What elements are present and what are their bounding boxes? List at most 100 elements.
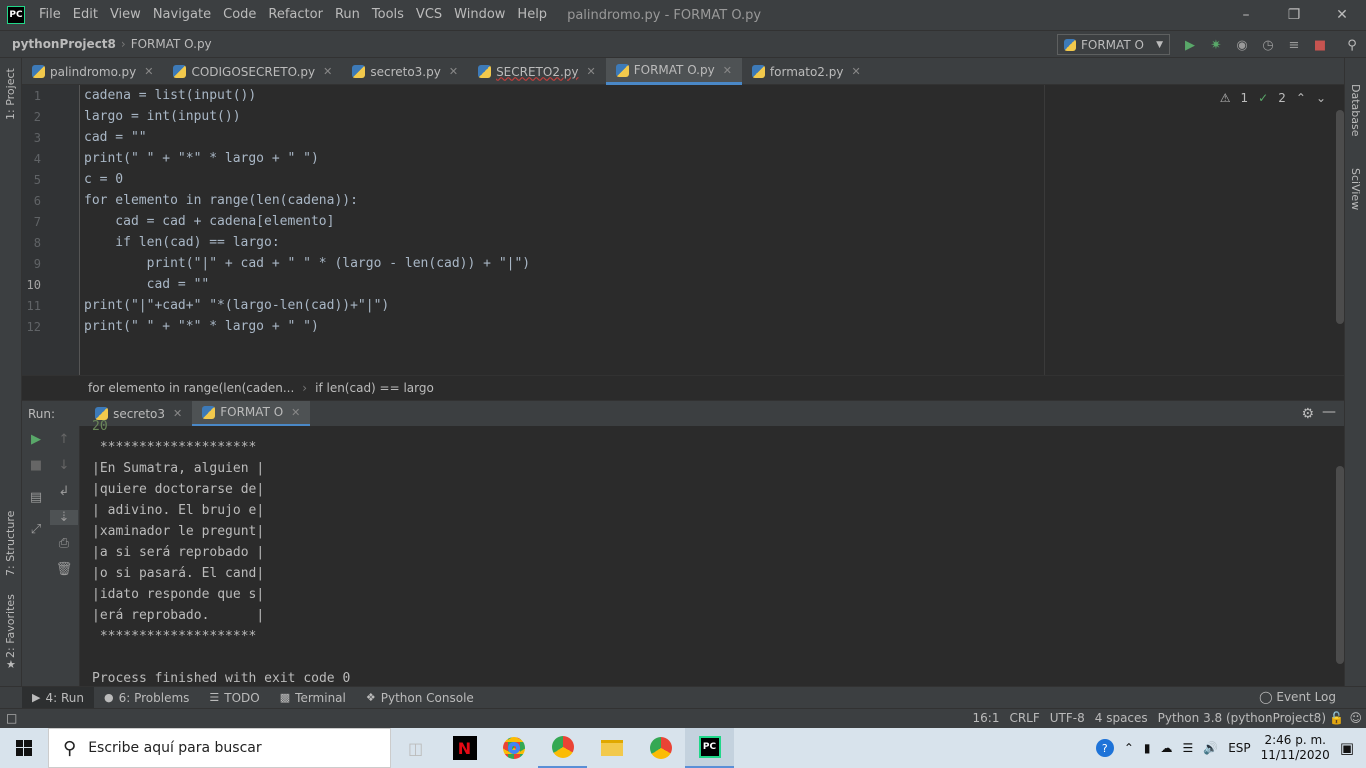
chrome-profile-icon[interactable] [538, 728, 587, 768]
language-indicator[interactable]: ESP [1228, 741, 1250, 755]
chrome-icon[interactable] [489, 728, 538, 768]
print-icon[interactable]: ⎙ [50, 536, 78, 551]
breadcrumb-for-loop[interactable]: for elemento in range(len(caden... [88, 381, 294, 395]
run-icon[interactable]: ▶ [1180, 35, 1200, 55]
close-tab-icon[interactable]: ✕ [173, 407, 182, 420]
netflix-icon[interactable]: N [440, 728, 489, 768]
line-separator[interactable]: CRLF [1009, 711, 1039, 725]
chevron-up-icon[interactable]: ⌃ [1124, 741, 1134, 755]
tool-terminal[interactable]: ▩ Terminal [270, 687, 356, 709]
minimize-icon[interactable]: – [1222, 0, 1270, 30]
project-tool-button[interactable]: 1: Project [4, 68, 17, 120]
chrome-profile2-icon[interactable] [636, 728, 685, 768]
close-tab-icon[interactable]: ✕ [587, 65, 596, 78]
hide-panel-icon[interactable]: — [1322, 404, 1336, 420]
search-icon[interactable]: ⚲ [1342, 35, 1362, 55]
menu-edit[interactable]: Edit [67, 0, 104, 30]
lock-icon[interactable]: 🔓 [1329, 711, 1344, 725]
close-icon[interactable]: ✕ [1318, 0, 1366, 30]
tool-python-console[interactable]: ❖ Python Console [356, 687, 484, 709]
layout-icon[interactable]: ▤ [22, 490, 50, 505]
trash-icon[interactable]: 🗑 [50, 562, 78, 577]
pycharm-taskbar-icon[interactable]: PC [685, 728, 734, 768]
close-tab-icon[interactable]: ✕ [449, 65, 458, 78]
database-tool-button[interactable]: Database [1349, 84, 1362, 137]
menu-navigate[interactable]: Navigate [147, 0, 217, 30]
indent-setting[interactable]: 4 spaces [1095, 711, 1148, 725]
close-tab-icon[interactable]: ✕ [291, 406, 300, 419]
tool-run[interactable]: ▶ 4: Run [22, 686, 94, 709]
tab-codigosecreto[interactable]: CODIGOSECRETO.py ✕ [163, 58, 342, 85]
menu-code[interactable]: Code [217, 0, 262, 30]
arrow-up-icon[interactable]: ↑ [50, 432, 78, 447]
line-number: 4 [33, 152, 41, 166]
breadcrumb-file[interactable]: FORMAT O.py [131, 37, 212, 51]
run-console[interactable]: 20 ******************** |En Sumatra, alg… [80, 419, 1336, 686]
help-icon[interactable]: ? [1095, 739, 1114, 757]
menu-help[interactable]: Help [511, 0, 553, 30]
menu-run[interactable]: Run [329, 0, 366, 30]
menu-file[interactable]: File [33, 0, 67, 30]
menu-view[interactable]: View [104, 0, 147, 30]
scroll-to-end-icon[interactable]: ⇣ [50, 510, 78, 525]
tab-formato2[interactable]: formato2.py ✕ [742, 58, 871, 85]
clock[interactable]: 2:46 p. m. 11/11/2020 [1261, 733, 1330, 763]
wifi-icon[interactable]: ☰ [1182, 741, 1193, 755]
console-line: |a si será reprobado | [92, 545, 265, 560]
concurrency-icon[interactable]: ≡ [1284, 35, 1304, 55]
run-configuration-select[interactable]: FORMAT O ▼ [1057, 34, 1170, 55]
pin-icon[interactable]: ⤢ [22, 522, 50, 537]
coverage-icon[interactable]: ◉ [1232, 35, 1252, 55]
menu-window[interactable]: Window [448, 0, 511, 30]
code-line: for elemento in range(len(cadena)): [84, 193, 358, 208]
notifications-icon[interactable]: ▣ [1340, 739, 1354, 757]
file-explorer-icon[interactable] [587, 728, 636, 768]
tab-format-o[interactable]: FORMAT O.py ✕ [605, 58, 742, 85]
console-scrollbar[interactable] [1336, 466, 1344, 664]
chevron-down-icon[interactable]: ⌄ [1316, 91, 1326, 105]
tab-secreto2[interactable]: SECRETO2.py ✕ [468, 58, 606, 85]
run-tab-format-o[interactable]: FORMAT O ✕ [192, 400, 311, 427]
file-encoding[interactable]: UTF-8 [1050, 711, 1085, 725]
caret-position[interactable]: 16:1 [973, 711, 1000, 725]
code-editor[interactable]: cadena = list(input()) largo = int(input… [80, 85, 1336, 375]
battery-icon[interactable]: ▮ [1144, 741, 1151, 755]
taskbar-search-box[interactable]: ⚲ Escribe aquí para buscar [48, 728, 391, 768]
chevron-up-icon[interactable]: ⌃ [1296, 91, 1306, 105]
window-square-icon[interactable]: □ [6, 711, 17, 725]
soft-wrap-icon[interactable]: ↲ [50, 484, 78, 499]
tab-palindromo[interactable]: palindromo.py ✕ [22, 58, 163, 85]
sciview-tool-button[interactable]: SciView [1349, 168, 1362, 210]
debug-icon[interactable]: ✷ [1206, 35, 1226, 55]
profile-icon[interactable]: ◷ [1258, 35, 1278, 55]
breadcrumb-project[interactable]: pythonProject8 [12, 37, 116, 51]
close-tab-icon[interactable]: ✕ [323, 65, 332, 78]
favorites-tool-button[interactable]: 2: Favorites [4, 594, 17, 658]
tool-problems[interactable]: ● 6: Problems [94, 687, 199, 709]
close-tab-icon[interactable]: ✕ [851, 65, 860, 78]
rerun-icon[interactable]: ▶ [22, 432, 50, 447]
menu-vcs[interactable]: VCS [410, 0, 448, 30]
stop-icon[interactable]: ■ [1310, 35, 1330, 55]
menu-tools[interactable]: Tools [366, 0, 410, 30]
python-interpreter[interactable]: Python 3.8 (pythonProject8) [1158, 711, 1326, 725]
close-tab-icon[interactable]: ✕ [144, 65, 153, 78]
volume-icon[interactable]: 🔊 [1203, 741, 1218, 755]
gear-icon[interactable]: ⚙ [1301, 406, 1314, 422]
restore-icon[interactable]: ❐ [1270, 0, 1318, 30]
tab-secreto3[interactable]: secreto3.py ✕ [342, 58, 468, 85]
cloud-icon[interactable]: ☁ [1160, 741, 1172, 755]
editor-scrollbar[interactable] [1336, 110, 1344, 324]
stop-icon[interactable]: ■ [22, 458, 50, 473]
tool-todo[interactable]: ☰ TODO [199, 687, 269, 709]
windows-start-icon[interactable] [0, 728, 48, 768]
breadcrumb-if[interactable]: if len(cad) == largo [315, 381, 434, 395]
close-tab-icon[interactable]: ✕ [723, 64, 732, 77]
menu-refactor[interactable]: Refactor [262, 0, 329, 30]
inspection-widget[interactable]: ⚠ 1 ✓ 2 ⌃ ⌄ [1220, 91, 1326, 105]
event-log-button[interactable]: ◯ Event Log [1259, 690, 1336, 704]
inspector-icon[interactable]: ☺ [1349, 711, 1362, 725]
arrow-down-icon[interactable]: ↓ [50, 458, 78, 473]
task-view-icon[interactable]: ◫ [391, 728, 440, 768]
structure-tool-button[interactable]: 7: Structure [4, 511, 17, 576]
